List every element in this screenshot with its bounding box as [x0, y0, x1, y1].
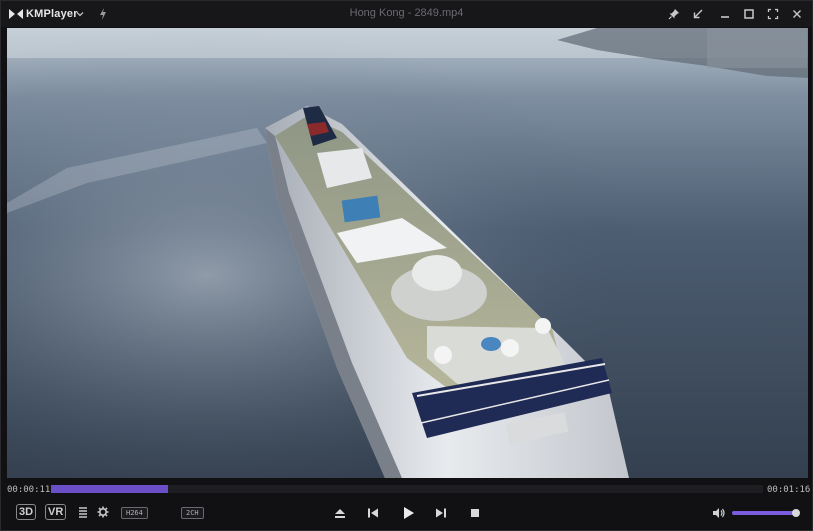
- close-icon: [793, 10, 801, 18]
- close-button[interactable]: [789, 6, 805, 22]
- mini-mode-button[interactable]: [690, 6, 706, 22]
- volume-handle[interactable]: [792, 509, 801, 517]
- current-time: 00:00:11: [7, 485, 51, 495]
- next-button[interactable]: [433, 505, 449, 521]
- pin-icon: [668, 9, 679, 20]
- play-icon: [404, 507, 414, 519]
- vr-button[interactable]: VR: [45, 504, 67, 520]
- eject-icon: [335, 509, 345, 518]
- stop-button[interactable]: [467, 505, 483, 521]
- audio-channels-badge[interactable]: 2CH: [181, 507, 204, 519]
- codec-badge[interactable]: H264: [121, 507, 148, 519]
- settings-button[interactable]: [95, 504, 111, 520]
- pin-button[interactable]: [666, 6, 682, 22]
- total-time: 00:01:16: [767, 485, 811, 495]
- maximize-button[interactable]: [741, 6, 757, 22]
- previous-button[interactable]: [365, 505, 381, 521]
- playlist-button[interactable]: [76, 504, 90, 520]
- minimize-button[interactable]: [717, 6, 733, 22]
- volume-slider[interactable]: [732, 509, 801, 517]
- play-button[interactable]: [400, 504, 418, 522]
- maximize-icon: [744, 9, 754, 19]
- eject-button[interactable]: [332, 505, 348, 521]
- fullscreen-button[interactable]: [765, 6, 781, 22]
- speaker-icon: [713, 508, 725, 518]
- title-bar[interactable]: KMPlayer Hong Kong - 2849.mp4: [1, 1, 812, 27]
- fullscreen-icon: [767, 8, 779, 20]
- arrow-collapse-icon: [693, 9, 703, 19]
- video-frame[interactable]: [7, 28, 808, 478]
- volume-level: [732, 511, 797, 515]
- seek-bar-progress: [51, 485, 169, 493]
- skip-forward-icon: [436, 508, 446, 518]
- seek-bar[interactable]: [51, 485, 763, 493]
- playlist-icon: [79, 507, 87, 518]
- kmplayer-window: KMPlayer Hong Kong - 2849.mp4 00:00:11 0…: [0, 0, 813, 531]
- stop-icon: [471, 509, 479, 517]
- video-picture: [7, 28, 808, 478]
- minimize-icon: [721, 16, 729, 18]
- skip-back-icon: [368, 508, 378, 518]
- mute-button[interactable]: [711, 505, 727, 521]
- 3d-button[interactable]: 3D: [16, 504, 37, 520]
- gear-icon: [97, 506, 109, 518]
